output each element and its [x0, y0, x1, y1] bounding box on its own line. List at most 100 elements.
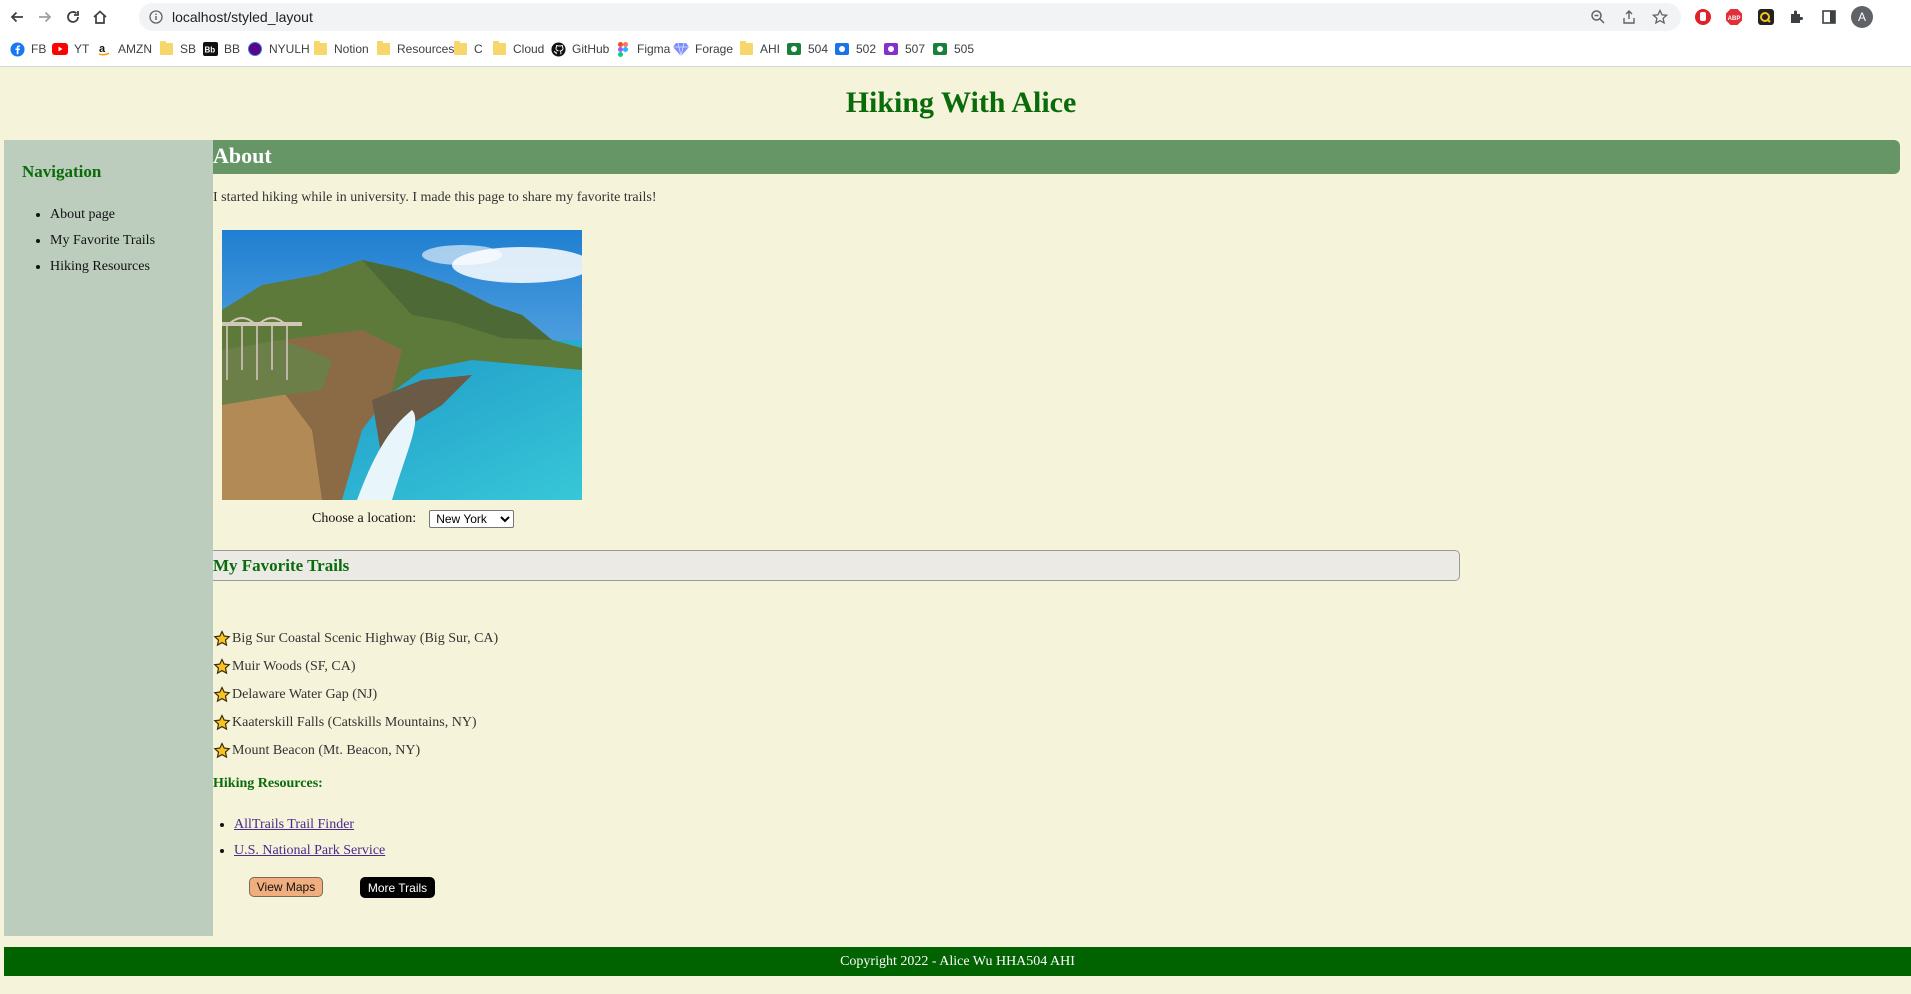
bookmark-504[interactable]: 504	[786, 39, 828, 59]
sidebar-item-hiking-resources[interactable]: Hiking Resources	[50, 254, 155, 280]
bookmark-forage[interactable]: Forage	[673, 39, 733, 59]
bookmark-502[interactable]: 502	[834, 39, 876, 59]
bookmark-ahi[interactable]: AHI	[738, 39, 780, 59]
google-classroom-icon	[932, 41, 948, 57]
sidebar-item-favorite-trails[interactable]: My Favorite Trails	[50, 228, 155, 254]
bookmark-label: Notion	[334, 42, 369, 56]
folder-icon	[375, 41, 391, 57]
site-info-icon[interactable]	[148, 9, 164, 25]
side-panel-icon[interactable]	[1819, 7, 1839, 27]
extension-red-hand-icon[interactable]	[1693, 7, 1713, 27]
about-heading: About	[213, 143, 272, 168]
bookmark-c[interactable]: C	[452, 39, 483, 59]
back-arrow-icon	[10, 11, 23, 23]
forward-arrow-icon	[39, 11, 52, 23]
bookmark-label: FB	[31, 42, 47, 56]
youtube-icon	[52, 41, 68, 57]
address-bar[interactable]: localhost/styled_layout	[139, 3, 1681, 31]
svg-text:Bb: Bb	[204, 46, 215, 55]
sidebar-heading: Navigation	[22, 162, 102, 181]
page-footer: Copyright 2022 - Alice Wu HHA504 AHI	[4, 947, 1911, 976]
browser-toolbar: localhost/styled_layout ABP A	[0, 0, 1911, 34]
profile-avatar[interactable]: A	[1851, 6, 1873, 28]
share-icon[interactable]	[1620, 8, 1638, 26]
forage-icon	[673, 41, 689, 57]
forward-button[interactable]	[33, 5, 57, 29]
home-button[interactable]	[88, 5, 112, 29]
location-select[interactable]: New York	[429, 510, 515, 528]
bookmark-label: BB	[224, 42, 241, 56]
star-icon	[213, 630, 231, 647]
url-text: localhost/styled_layout	[172, 9, 313, 25]
reload-button[interactable]	[61, 5, 85, 29]
star-icon	[213, 742, 231, 759]
amazon-icon: a	[96, 41, 112, 57]
bookmark-507[interactable]: 507	[883, 39, 925, 59]
home-icon	[93, 10, 107, 24]
more-trails-button[interactable]: More Trails	[360, 877, 435, 898]
sidebar: Navigation About page My Favorite Trails…	[4, 140, 213, 936]
nps-link[interactable]: U.S. National Park Service	[234, 843, 385, 858]
browser-chrome: localhost/styled_layout ABP A FB YT a AM…	[0, 0, 1911, 67]
github-icon	[550, 41, 566, 57]
back-button[interactable]	[5, 5, 29, 29]
bookmark-label: 505	[954, 42, 975, 56]
bookmark-label: AMZN	[118, 42, 152, 56]
resources-list: AllTrails Trail Finder U.S. National Par…	[213, 812, 385, 864]
google-classroom-icon	[786, 41, 802, 57]
bookmark-github[interactable]: GitHub	[550, 39, 609, 59]
bookmark-label: 507	[905, 42, 926, 56]
bookmark-fb[interactable]: FB	[9, 39, 46, 59]
bookmark-label: AHI	[760, 42, 781, 56]
star-icon	[213, 714, 231, 731]
figma-icon	[615, 41, 631, 57]
copyright-text: Copyright 2022 - Alice Wu HHA504 AHI	[840, 953, 1075, 969]
bookmark-505[interactable]: 505	[932, 39, 974, 59]
sidebar-nav-list: About page My Favorite Trails Hiking Res…	[22, 202, 155, 280]
bookmark-label: SB	[180, 42, 197, 56]
location-chooser: Choose a location: New York	[312, 510, 515, 528]
google-classroom-icon	[834, 41, 850, 57]
bookmark-figma[interactable]: Figma	[615, 39, 670, 59]
trail-item: Mount Beacon (Mt. Beacon, NY)	[213, 741, 420, 761]
alltrails-link[interactable]: AllTrails Trail Finder	[234, 817, 354, 832]
favorite-trails-heading: My Favorite Trails	[213, 556, 350, 575]
bookmark-label: Resources	[397, 42, 455, 56]
bookmark-label: Cloud	[513, 42, 545, 56]
zoom-icon[interactable]	[1589, 8, 1607, 26]
blackboard-icon: Bb	[202, 41, 218, 57]
nyulh-icon	[247, 41, 263, 57]
location-label: Choose a location:	[312, 511, 417, 526]
sidebar-item-about[interactable]: About page	[50, 202, 155, 228]
svg-text:a: a	[99, 43, 106, 55]
main-content: About I started hiking while in universi…	[213, 140, 1911, 940]
bookmark-star-icon[interactable]	[1651, 8, 1669, 26]
site-title: Hiking With Alice	[845, 86, 1077, 119]
extensions-puzzle-icon[interactable]	[1787, 7, 1807, 27]
bookmark-label: C	[474, 42, 483, 56]
folder-icon	[312, 41, 328, 57]
folder-icon	[158, 41, 174, 57]
about-header-bar: About	[213, 140, 1900, 174]
trail-item: Delaware Water Gap (NJ)	[213, 685, 377, 705]
trail-item: Kaaterskill Falls (Catskills Mountains, …	[213, 713, 477, 733]
bookmark-cloud[interactable]: Cloud	[491, 39, 544, 59]
bookmark-nyulh[interactable]: NYULH	[247, 39, 310, 59]
web-page: Hiking With Alice Navigation About page …	[0, 68, 1911, 994]
trail-name: Kaaterskill Falls (Catskills Mountains, …	[232, 715, 477, 730]
landscape-image	[222, 230, 582, 500]
bookmark-label: YT	[74, 42, 90, 56]
bookmark-resources[interactable]: Resources	[375, 39, 454, 59]
bookmark-bb[interactable]: Bb BB	[202, 39, 240, 59]
folder-icon	[452, 41, 468, 57]
bookmark-yt[interactable]: YT	[52, 39, 89, 59]
bookmark-sb[interactable]: SB	[158, 39, 196, 59]
trail-name: Big Sur Coastal Scenic Highway (Big Sur,…	[232, 631, 499, 646]
bookmark-notion[interactable]: Notion	[312, 39, 369, 59]
adblock-plus-icon[interactable]: ABP	[1724, 7, 1744, 27]
bookmark-amzn[interactable]: a AMZN	[96, 39, 152, 59]
view-maps-button[interactable]: View Maps	[249, 877, 323, 897]
bookmark-label: 502	[856, 42, 877, 56]
svg-text:ABP: ABP	[1728, 16, 1741, 22]
extension-dark-icon[interactable]	[1756, 7, 1776, 27]
